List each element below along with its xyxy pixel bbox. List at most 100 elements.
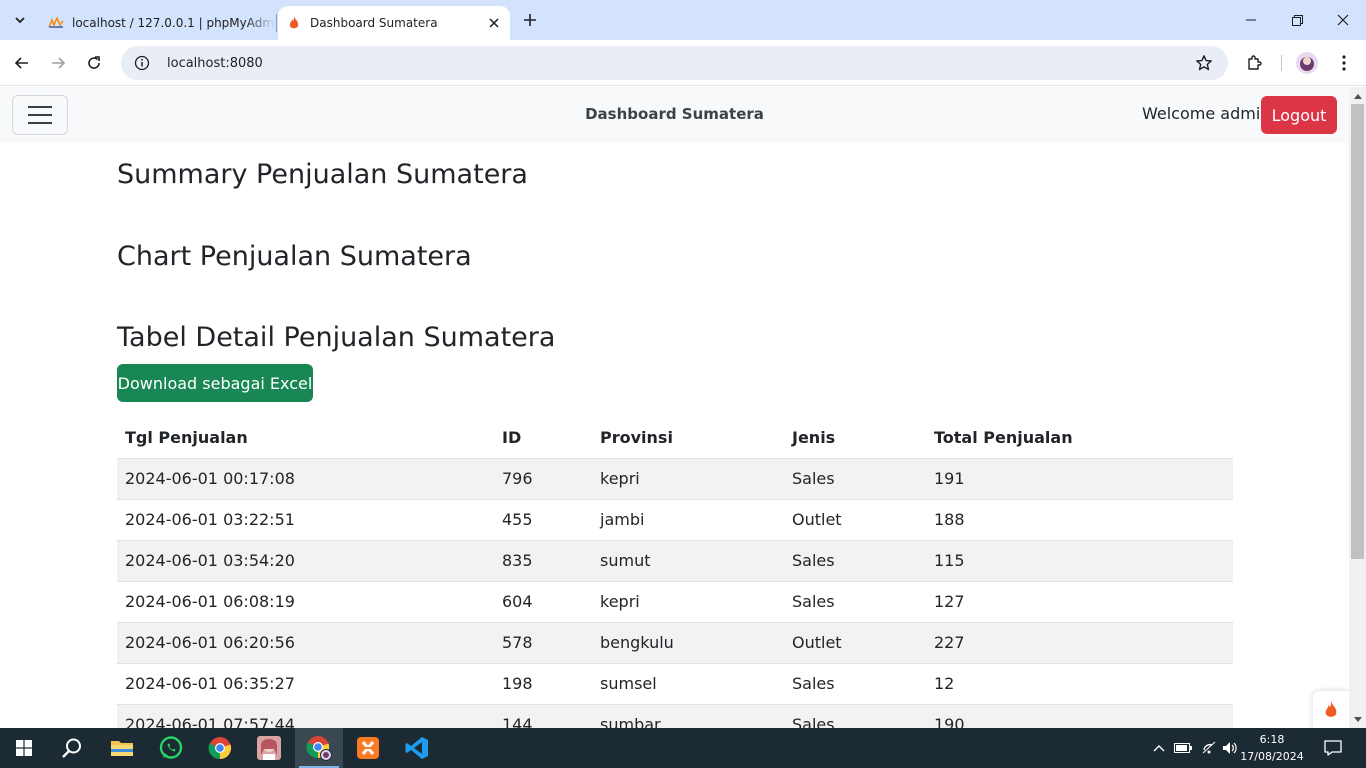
cell-date: 2024-06-01 06:20:56 [117, 622, 494, 664]
browser-menu-kebab-icon[interactable] [1331, 50, 1357, 76]
speaker-icon[interactable] [1220, 728, 1240, 768]
reload-button[interactable] [80, 49, 108, 77]
browser-toolbar: localhost:8080 [0, 40, 1366, 86]
bookmark-star-icon[interactable] [1194, 53, 1214, 73]
system-clock[interactable]: 6:18 17/08/2024 [1240, 731, 1304, 765]
page-scrollbar[interactable] [1349, 87, 1366, 728]
minimize-button[interactable] [1228, 0, 1274, 40]
cell-total: 191 [926, 458, 1233, 500]
col-header-type[interactable]: Jenis [784, 418, 926, 459]
vscode-icon[interactable] [393, 728, 441, 768]
cell-type: Outlet [784, 499, 926, 541]
col-header-total[interactable]: Total Penjualan [926, 418, 1233, 459]
cell-province: sumbar [592, 704, 784, 728]
cell-total: 188 [926, 499, 1233, 541]
cell-type: Sales [784, 581, 926, 623]
minimize-icon [1246, 19, 1256, 21]
cell-province: kepri [592, 581, 784, 623]
scroll-up-arrow-icon[interactable] [1349, 87, 1366, 104]
arrow-right-icon [52, 57, 66, 69]
scrollbar-thumb[interactable] [1351, 104, 1364, 559]
close-tab-icon[interactable] [484, 13, 504, 33]
cell-date: 2024-06-01 06:35:27 [117, 663, 494, 705]
cell-type: Outlet [784, 622, 926, 664]
site-info-icon[interactable] [133, 54, 151, 72]
browser-tab-strip: localhost / 127.0.0.1 | phpMyAdmin Dashb… [0, 0, 1366, 40]
tab-title: Dashboard Sumatera [310, 16, 438, 30]
chevron-down-icon [15, 17, 25, 24]
floating-flame-button[interactable] [1313, 691, 1349, 728]
arrow-left-icon [14, 57, 28, 69]
chrome-icon[interactable] [196, 728, 244, 768]
extensions-puzzle-icon[interactable] [1242, 50, 1268, 76]
new-tab-button[interactable] [518, 8, 542, 32]
cell-date: 2024-06-01 03:22:51 [117, 499, 494, 541]
address-bar[interactable]: localhost:8080 [121, 46, 1228, 80]
table-row: 2024-06-01 06:35:27 198 sumsel Sales 12 [117, 663, 1233, 705]
tab-dashboard-sumatera[interactable]: Dashboard Sumatera [278, 6, 510, 40]
flame-icon [286, 15, 302, 31]
notification-icon[interactable] [1318, 728, 1348, 768]
welcome-text: Welcome admin [1142, 104, 1271, 123]
cell-type: Sales [784, 663, 926, 705]
restore-icon [1291, 14, 1303, 26]
back-button[interactable] [8, 49, 36, 77]
cell-id: 578 [494, 622, 592, 664]
avatar-app-icon[interactable] [245, 728, 293, 768]
file-explorer-icon[interactable] [98, 728, 146, 768]
whatsapp-icon[interactable] [147, 728, 195, 768]
cell-type: Sales [784, 704, 926, 728]
table-heading: Tabel Detail Penjualan Sumatera [117, 322, 556, 353]
table-row: 2024-06-01 00:17:08 796 kepri Sales 191 [117, 458, 1233, 500]
chart-heading: Chart Penjualan Sumatera [117, 241, 472, 272]
table-row: 2024-06-01 06:20:56 578 bengkulu Outlet … [117, 622, 1233, 664]
col-header-date[interactable]: Tgl Penjualan [117, 418, 494, 459]
clock-time: 6:18 [1259, 733, 1285, 746]
profile-avatar[interactable] [1294, 50, 1320, 76]
col-header-province[interactable]: Provinsi [592, 418, 784, 459]
restore-button[interactable] [1274, 0, 1320, 40]
cell-date: 2024-06-01 00:17:08 [117, 458, 494, 500]
cell-province: jambi [592, 499, 784, 541]
cell-date: 2024-06-01 06:08:19 [117, 581, 494, 623]
tab-divider [276, 14, 277, 32]
table-row: 2024-06-01 06:08:19 604 kepri Sales 127 [117, 581, 1233, 623]
forward-button[interactable] [44, 49, 72, 77]
search-icon[interactable] [48, 728, 96, 768]
top-navbar: Dashboard Sumatera Welcome admin Logout [0, 87, 1349, 143]
url-text: localhost:8080 [167, 55, 263, 71]
cell-province: sumut [592, 540, 784, 582]
cell-id: 796 [494, 458, 592, 500]
xampp-icon[interactable] [344, 728, 392, 768]
sales-detail-table: Tgl Penjualan ID Provinsi Jenis Total Pe… [117, 418, 1233, 728]
tab-search-button[interactable] [6, 6, 34, 34]
toolbar-separator [1281, 55, 1282, 71]
cell-id: 604 [494, 581, 592, 623]
reload-icon [88, 56, 100, 69]
table-row: 2024-06-01 03:54:20 835 sumut Sales 115 [117, 540, 1233, 582]
close-window-button[interactable] [1320, 0, 1366, 40]
flame-icon [1325, 700, 1337, 717]
table-row: 2024-06-01 07:57:44 144 sumbar Sales 190 [117, 704, 1233, 728]
download-excel-button[interactable]: Download sebagai Excel [117, 364, 313, 402]
cell-total: 227 [926, 622, 1233, 664]
windows-taskbar: 6:18 17/08/2024 [0, 728, 1366, 768]
cell-id: 144 [494, 704, 592, 728]
battery-icon[interactable] [1172, 728, 1194, 768]
cell-id: 455 [494, 499, 592, 541]
start-icon[interactable] [0, 728, 48, 768]
cell-total: 12 [926, 663, 1233, 705]
table-row: 2024-06-01 03:22:51 455 jambi Outlet 188 [117, 499, 1233, 541]
chevron-up-icon[interactable] [1150, 728, 1168, 768]
cell-type: Sales [784, 458, 926, 500]
scroll-down-arrow-icon[interactable] [1349, 711, 1366, 728]
cell-province: bengkulu [592, 622, 784, 664]
logout-button[interactable]: Logout [1261, 96, 1337, 134]
table-header-row: Tgl Penjualan ID Provinsi Jenis Total Pe… [117, 418, 1233, 459]
tab-phpmyadmin[interactable]: localhost / 127.0.0.1 | phpMyAdmin [40, 6, 276, 40]
cell-province: kepri [592, 458, 784, 500]
col-header-id[interactable]: ID [494, 418, 592, 459]
cell-date: 2024-06-01 07:57:44 [117, 704, 494, 728]
wifi-icon[interactable] [1198, 728, 1220, 768]
chrome-profile-icon[interactable] [295, 728, 343, 768]
